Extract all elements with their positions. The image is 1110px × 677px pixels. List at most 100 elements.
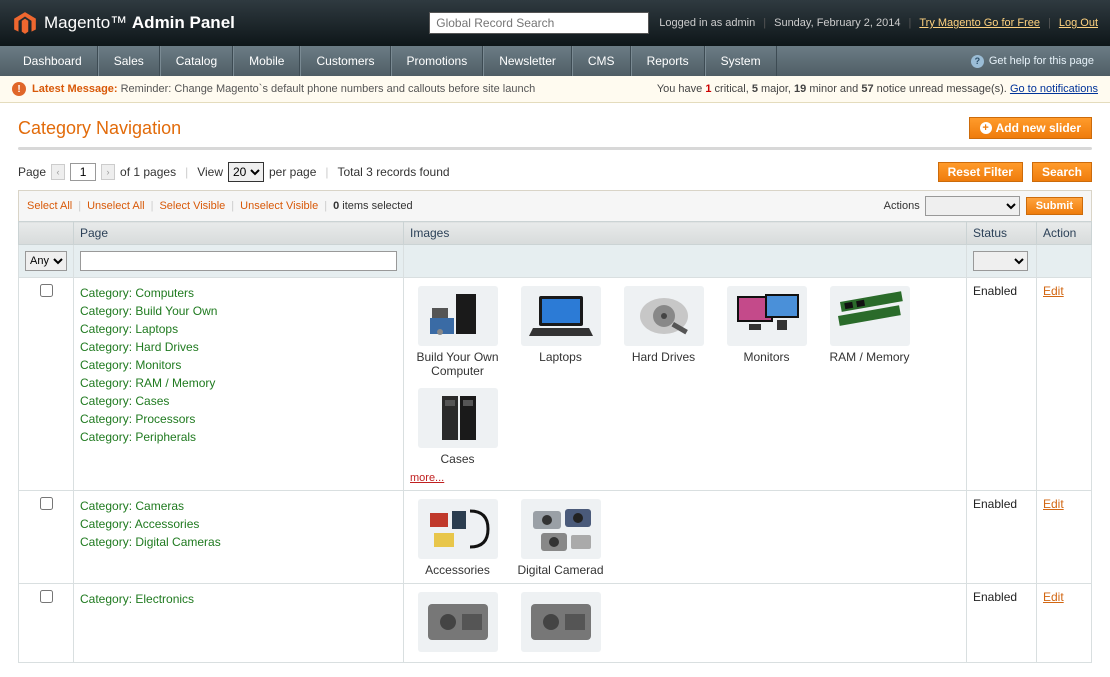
row-checkbox[interactable] xyxy=(40,284,53,297)
edit-link[interactable]: Edit xyxy=(1043,497,1064,511)
row-checkbox[interactable] xyxy=(40,497,53,510)
category-link[interactable]: Category: Cases xyxy=(80,392,397,410)
image-item[interactable]: Accessories xyxy=(410,497,505,577)
header-date: Sunday, February 2, 2014 xyxy=(774,17,900,29)
category-link[interactable]: Category: Accessories xyxy=(80,515,397,533)
nav-reports[interactable]: Reports xyxy=(631,46,705,76)
latest-message-text: Reminder: Change Magento`s default phone… xyxy=(121,83,536,95)
nav-cms[interactable]: CMS xyxy=(572,46,631,76)
notification-bar: ! Latest Message: Reminder: Change Magen… xyxy=(0,76,1110,103)
go-to-notifications-link[interactable]: Go to notifications xyxy=(1010,83,1098,95)
try-magento-link[interactable]: Try Magento Go for Free xyxy=(919,17,1040,29)
slider-grid: Page Images Status Action Any Category: … xyxy=(18,221,1092,663)
of-pages-text: of 1 pages xyxy=(120,165,176,179)
nav-promotions[interactable]: Promotions xyxy=(391,46,484,76)
nav-customers[interactable]: Customers xyxy=(300,46,390,76)
global-search-input[interactable] xyxy=(429,12,649,34)
category-link[interactable]: Category: Hard Drives xyxy=(80,338,397,356)
image-item[interactable] xyxy=(410,590,505,656)
category-link[interactable]: Category: Laptops xyxy=(80,320,397,338)
edit-link[interactable]: Edit xyxy=(1043,284,1064,298)
thumbnail-icon xyxy=(624,286,704,346)
category-link[interactable]: Category: Build Your Own xyxy=(80,302,397,320)
col-images[interactable]: Images xyxy=(404,222,967,245)
per-page-select[interactable]: 20 xyxy=(228,162,264,182)
thumbnail-icon xyxy=(418,286,498,346)
table-row: Category: ComputersCategory: Build Your … xyxy=(19,278,1092,491)
image-caption: RAM / Memory xyxy=(822,350,917,364)
category-link[interactable]: Category: Electronics xyxy=(80,590,397,608)
row-checkbox[interactable] xyxy=(40,590,53,603)
reset-filter-button[interactable]: Reset Filter xyxy=(938,162,1023,182)
category-link[interactable]: Category: Peripherals xyxy=(80,428,397,446)
per-page-label: per page xyxy=(269,165,316,179)
mass-action-bar: Select All| Unselect All| Select Visible… xyxy=(18,190,1092,221)
category-link[interactable]: Category: RAM / Memory xyxy=(80,374,397,392)
image-item[interactable]: RAM / Memory xyxy=(822,284,917,378)
image-caption: Monitors xyxy=(719,350,814,364)
image-caption: Build Your Own Computer xyxy=(410,350,505,378)
thumbnail-icon xyxy=(521,592,601,652)
image-item[interactable] xyxy=(513,590,608,656)
category-link[interactable]: Category: Computers xyxy=(80,284,397,302)
add-new-slider-button[interactable]: + Add new slider xyxy=(969,117,1092,139)
logged-in-text: Logged in as admin xyxy=(659,17,755,29)
image-caption: Digital Camerad xyxy=(513,563,608,577)
magento-icon xyxy=(12,10,38,36)
latest-message-label: Latest Message: xyxy=(32,83,118,95)
col-page[interactable]: Page xyxy=(74,222,404,245)
image-item[interactable]: Monitors xyxy=(719,284,814,378)
actions-select[interactable] xyxy=(925,196,1020,216)
table-row: Category: CamerasCategory: AccessoriesCa… xyxy=(19,491,1092,584)
help-link[interactable]: ? Get help for this page xyxy=(971,46,1102,76)
image-item[interactable]: Digital Camerad xyxy=(513,497,608,577)
nav-system[interactable]: System xyxy=(705,46,777,76)
thumbnail-icon xyxy=(521,286,601,346)
category-link[interactable]: Category: Cameras xyxy=(80,497,397,515)
col-status[interactable]: Status xyxy=(967,222,1037,245)
unselect-visible-link[interactable]: Unselect Visible xyxy=(240,200,318,212)
edit-link[interactable]: Edit xyxy=(1043,590,1064,604)
brand-logo: Magento™ Admin Panel xyxy=(12,10,235,36)
page-input[interactable] xyxy=(70,163,96,181)
image-item[interactable]: Laptops xyxy=(513,284,608,378)
image-caption: Hard Drives xyxy=(616,350,711,364)
image-item[interactable]: Hard Drives xyxy=(616,284,711,378)
logout-link[interactable]: Log Out xyxy=(1059,17,1098,29)
items-selected-text: 0 items selected xyxy=(333,200,413,212)
unselect-all-link[interactable]: Unselect All xyxy=(87,200,144,212)
search-button[interactable]: Search xyxy=(1032,162,1092,182)
main-nav: Dashboard Sales Catalog Mobile Customers… xyxy=(0,46,1110,76)
total-records-text: Total 3 records found xyxy=(338,165,450,179)
image-item[interactable]: Cases xyxy=(410,386,505,466)
plus-icon: + xyxy=(980,122,992,134)
select-all-link[interactable]: Select All xyxy=(27,200,72,212)
grid-controls: Page ‹ › of 1 pages | View 20 per page |… xyxy=(18,162,1092,182)
submit-button[interactable]: Submit xyxy=(1026,197,1083,215)
next-page-button[interactable]: › xyxy=(101,164,115,180)
header-user-info: Logged in as admin | Sunday, February 2,… xyxy=(659,17,1098,29)
image-caption: Accessories xyxy=(410,563,505,577)
category-link[interactable]: Category: Processors xyxy=(80,410,397,428)
page-title: Category Navigation xyxy=(18,118,181,139)
help-icon: ? xyxy=(971,55,984,68)
nav-mobile[interactable]: Mobile xyxy=(233,46,300,76)
select-visible-link[interactable]: Select Visible xyxy=(159,200,225,212)
page-label: Page xyxy=(18,165,46,179)
image-item[interactable]: Build Your Own Computer xyxy=(410,284,505,378)
nav-sales[interactable]: Sales xyxy=(98,46,160,76)
more-link[interactable]: more... xyxy=(410,472,444,484)
filter-status-select[interactable] xyxy=(973,251,1028,271)
prev-page-button[interactable]: ‹ xyxy=(51,164,65,180)
nav-dashboard[interactable]: Dashboard xyxy=(8,46,98,76)
nav-newsletter[interactable]: Newsletter xyxy=(483,46,572,76)
filter-checkbox-select[interactable]: Any xyxy=(25,251,67,271)
thumbnail-icon xyxy=(418,499,498,559)
col-action: Action xyxy=(1037,222,1092,245)
category-link[interactable]: Category: Monitors xyxy=(80,356,397,374)
actions-label: Actions xyxy=(884,200,920,212)
category-link[interactable]: Category: Digital Cameras xyxy=(80,533,397,551)
filter-page-input[interactable] xyxy=(80,251,397,271)
filter-row: Any xyxy=(19,245,1092,278)
nav-catalog[interactable]: Catalog xyxy=(160,46,233,76)
